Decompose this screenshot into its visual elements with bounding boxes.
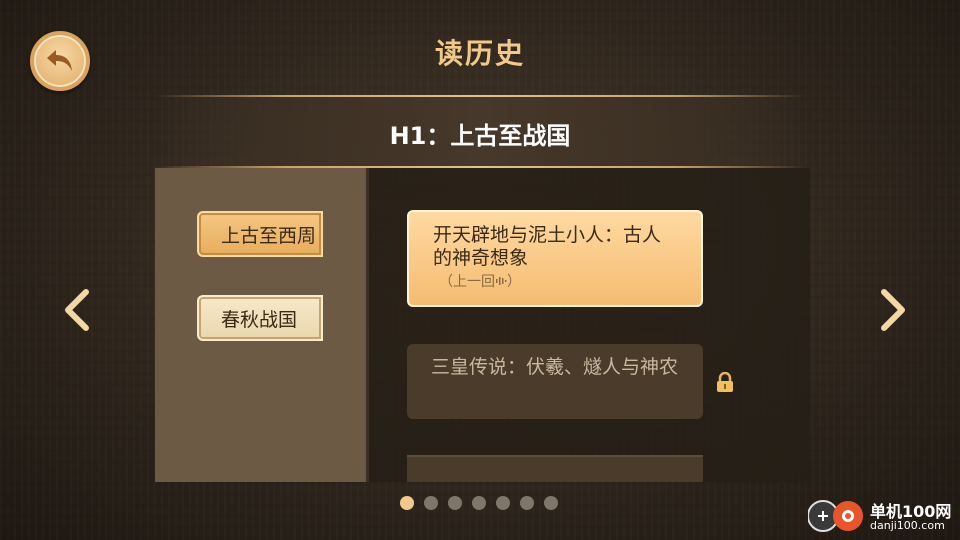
lesson-subtitle: （上一回 [439, 274, 495, 290]
lesson-card-3-partial[interactable] [407, 455, 703, 482]
page-dot[interactable] [448, 496, 462, 510]
lesson-card-2[interactable]: 三皇传说：伏羲、燧人与神农 [407, 344, 703, 419]
watermark: 单机100网 danji100.com [808, 496, 958, 536]
lesson-title: 开天辟地与泥土小人：古人的神奇想象 [433, 224, 662, 269]
watermark-logo-icon [808, 500, 863, 532]
page-dot[interactable] [520, 496, 534, 510]
page-dot[interactable] [544, 496, 558, 510]
page-dot[interactable] [424, 496, 438, 510]
previous-page-arrow-icon[interactable] [62, 288, 92, 332]
next-page-arrow-icon[interactable] [878, 288, 908, 332]
sidebar-tab-chunqiu[interactable]: 春秋战国 [197, 295, 323, 341]
page-dot[interactable] [400, 496, 414, 510]
lesson-progress-label: （上一回 ） [433, 271, 677, 291]
lesson-card-1[interactable]: 开天辟地与泥土小人：古人的神奇想象 （上一回 ） [407, 210, 703, 307]
page-dot[interactable] [496, 496, 510, 510]
page-dot[interactable] [472, 496, 486, 510]
lesson-subtitle-end: ） [507, 274, 521, 290]
audio-wave-icon [496, 277, 507, 285]
page-title: 读历史 [434, 37, 525, 70]
section-title: H1：上古至战国 [389, 122, 571, 150]
watermark-url: danji100.com [870, 519, 945, 532]
lock-icon [717, 372, 733, 392]
sidebar-tab-shanggu[interactable]: 上古至西周 [197, 211, 323, 257]
pagination-dots [400, 496, 558, 510]
banner-top-line [155, 95, 805, 97]
lesson-title: 三皇传说：伏羲、燧人与神农 [431, 356, 679, 378]
